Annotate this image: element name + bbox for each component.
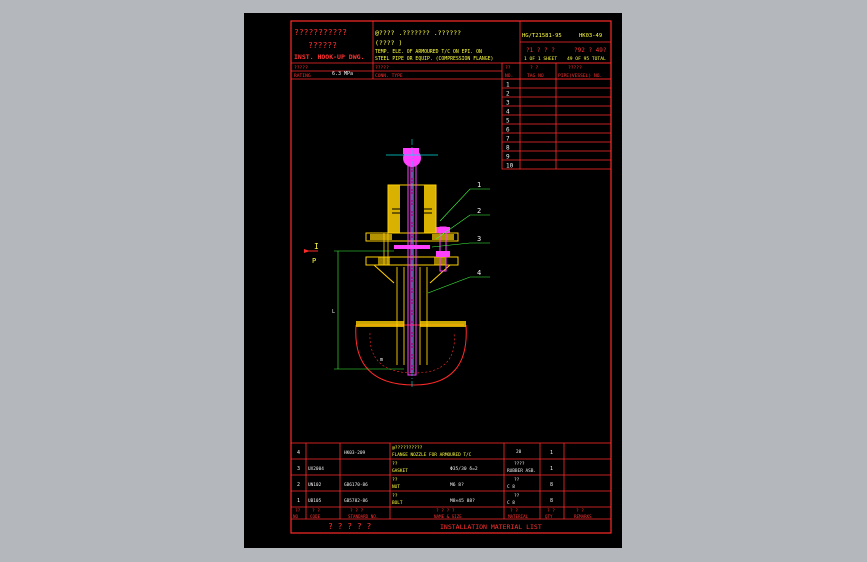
bom-material: C 8 xyxy=(507,484,515,490)
sheet-total-q: ?92 ? 49? xyxy=(574,47,607,54)
section-mark: I xyxy=(314,242,319,251)
tag-hdr-pipe-cn: ????? xyxy=(568,65,582,71)
bom-qty: 1 xyxy=(550,450,553,456)
conn-en: CONN. TYPE xyxy=(375,73,403,79)
bom-material-cn: ?? xyxy=(514,493,520,499)
department-title: INST. HOOK-UP DWG. xyxy=(294,53,364,61)
conn-label: ????? xyxy=(375,65,389,71)
bom-header-en: NAME & SIZE xyxy=(434,514,462,519)
bom-code: UN102 xyxy=(308,482,322,488)
bom-name-en: NUT xyxy=(392,484,400,490)
drawing-number: HK03-49 xyxy=(579,33,602,39)
title-en-2: STEEL PIPE OR EQUIP. (COMPRESSION FLANGE… xyxy=(375,56,493,62)
bom-standard: HK03-209 xyxy=(344,450,366,456)
bom-name-cn: ?? xyxy=(392,493,398,499)
tag-hdr-no-cn: ?? xyxy=(505,65,511,71)
bom-qty: 8 xyxy=(550,482,553,488)
tag-hdr-no-en: NO. xyxy=(505,73,513,79)
bom-spec: Φ35/30 δ=2 xyxy=(450,466,478,472)
tag-row-number: 8 xyxy=(506,145,510,152)
title-cn-2: (???? ) xyxy=(375,39,402,47)
tag-row-number: 2 xyxy=(506,91,510,98)
callout-1: 1 xyxy=(477,181,481,189)
bom-footer-en: INSTALLATION MATERIAL LIST xyxy=(440,523,542,531)
tag-row-number: 3 xyxy=(506,100,510,107)
standard-code: HG/T21581-95 xyxy=(522,33,562,39)
bom-header-en: REMARKS xyxy=(574,514,592,519)
tag-row-number: 7 xyxy=(506,136,510,143)
bom-spec: M6 8? xyxy=(450,482,464,488)
dimension-l: L xyxy=(332,309,335,315)
drawing-sheet: ??????????? ?????? INST. HOOK-UP DWG. @?… xyxy=(244,13,622,548)
tag-table-rows: 1 2 3 4 5 6 7 8 9 10 xyxy=(502,78,611,170)
bom-standard: GB5782-86 xyxy=(344,498,368,504)
sheet-en: 1 OF 1 SHEET xyxy=(524,56,557,62)
bom-header-en: NO xyxy=(293,514,299,519)
bom-header-en: MATERIAL xyxy=(508,514,529,519)
bom-spec: M8×45 88? xyxy=(450,498,475,504)
title-en-1: TEMP. ELE. OF ARMOURED T/C ON EPI. ON xyxy=(375,49,482,55)
bom-name-en: FLANGE NOZZLE FOR ARMOURED T/C xyxy=(392,452,472,458)
rating-value: 6.3 MPa xyxy=(332,71,353,77)
bom-material: C 8 xyxy=(507,500,515,506)
bom-header: ??NO? ?CODE? ? ?STANDARD NO.? ? ? ?NAME … xyxy=(293,508,592,519)
bom-name-en: BOLT xyxy=(392,500,403,506)
bom-code: UX2004 xyxy=(308,466,324,472)
bom-material-cn: ?? xyxy=(514,477,520,483)
bom-no: 4 xyxy=(297,450,300,456)
bom-name-cn: ?? xyxy=(392,477,398,483)
tag-row-number: 6 xyxy=(506,127,510,134)
company-name-2: ?????? xyxy=(308,41,337,50)
rating-label: ????? xyxy=(294,65,308,71)
callout-3: 3 xyxy=(477,235,481,243)
bom-name-cn: ?? xyxy=(392,461,398,467)
dimension-m: m xyxy=(380,357,383,363)
bom-header-en: STANDARD NO. xyxy=(348,514,378,519)
callout-2: 2 xyxy=(477,207,481,215)
bom-no: 2 xyxy=(297,482,300,488)
bom-qty: 1 xyxy=(550,466,553,472)
tag-hdr-tag-en: TAG NO xyxy=(527,73,544,79)
total-en: 49 OF 95 TOTAL xyxy=(567,56,606,62)
tag-row-number: 4 xyxy=(506,109,510,116)
section-letter: P xyxy=(312,257,316,265)
tag-row-number: 5 xyxy=(506,118,510,125)
bom-header-en: QTY xyxy=(545,514,553,519)
bom-name-cn: @?????????? xyxy=(392,445,423,451)
bom-name-en: GASKET xyxy=(392,468,408,474)
rating-en: RATING xyxy=(294,73,311,79)
assembly-drawing xyxy=(304,139,490,389)
tag-row-number: 1 xyxy=(506,82,510,89)
bom-header-en: CODE xyxy=(310,514,321,519)
bom-footer-cn: ? ? ? ? ? xyxy=(328,522,372,531)
bom-no: 3 xyxy=(297,466,300,472)
bom-qty: 8 xyxy=(550,498,553,504)
bom-material: RUBBER ASB. xyxy=(507,468,536,474)
title-cn: @???? .??????? .?????? xyxy=(375,29,461,37)
tag-row-number: 9 xyxy=(506,154,510,161)
bom-standard: GB6170-86 xyxy=(344,482,368,488)
tag-hdr-pipe-en: PIPE(VESSEL) NO. xyxy=(558,73,602,79)
sheet-q: ?1 ? ? ? xyxy=(526,47,555,54)
bom-material: 20 xyxy=(516,449,522,455)
callout-4: 4 xyxy=(477,269,481,277)
cad-drawing: ??????????? ?????? INST. HOOK-UP DWG. @?… xyxy=(290,20,612,534)
tag-row-number: 10 xyxy=(506,163,514,170)
tag-hdr-tag-cn: ? ? xyxy=(530,65,539,71)
bom-material-cn: ???? xyxy=(514,461,525,467)
bom-no: 1 xyxy=(297,498,300,504)
company-name: ??????????? xyxy=(294,28,347,37)
bom-code: UB105 xyxy=(308,498,322,504)
bom-rows: 4 HK03-209 @??????????FLANGE NOZZLE FOR AR… xyxy=(297,445,553,506)
